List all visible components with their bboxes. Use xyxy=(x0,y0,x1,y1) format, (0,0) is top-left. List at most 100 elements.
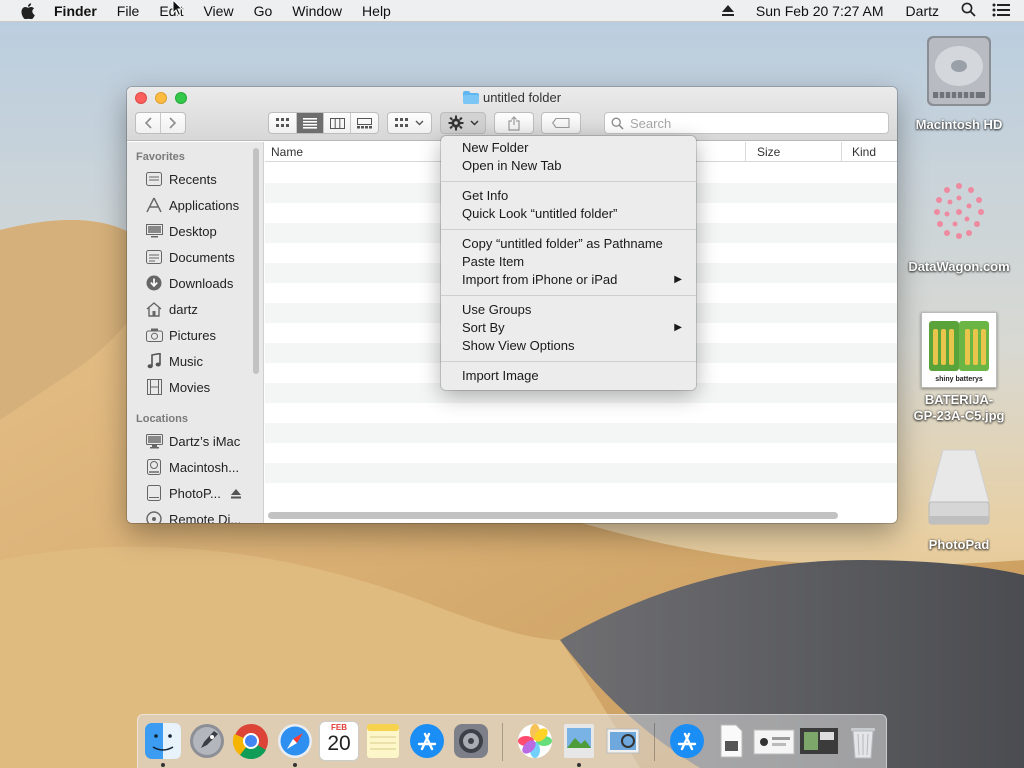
back-button[interactable] xyxy=(136,113,161,133)
eject-icon[interactable] xyxy=(721,3,734,19)
gallery-view-button[interactable] xyxy=(351,113,378,133)
menu-item-new-folder[interactable]: New Folder xyxy=(462,139,692,157)
menu-view[interactable]: View xyxy=(203,3,233,19)
column-divider xyxy=(841,142,842,162)
menu-item-sort-by[interactable]: Sort By ▶ xyxy=(462,319,692,337)
menu-item-import-image[interactable]: Import Image xyxy=(462,367,692,385)
sidebar-item-desktop[interactable]: Desktop xyxy=(144,220,259,242)
sidebar-item-movies[interactable]: Movies xyxy=(144,376,259,398)
chrome-app-icon[interactable] xyxy=(232,722,270,760)
external-drive-icon xyxy=(928,449,990,525)
horizontal-scrollbar[interactable] xyxy=(268,512,838,519)
column-view-button[interactable] xyxy=(324,113,351,133)
sidebar-item-macintosh-hd[interactable]: Macintosh... xyxy=(144,456,259,478)
columns-icon xyxy=(329,117,345,129)
navigation-buttons xyxy=(135,112,186,134)
column-kind-header[interactable]: Kind xyxy=(852,145,876,159)
menu-item-quick-look[interactable]: Quick Look “untitled folder” xyxy=(462,205,692,223)
sidebar-item-label: Recents xyxy=(169,171,217,187)
desktop-icon-photopad[interactable]: PhotoPad xyxy=(904,446,1014,553)
notes-app-icon[interactable] xyxy=(364,722,402,760)
action-button[interactable] xyxy=(440,112,486,134)
app-store-icon[interactable] xyxy=(668,722,706,760)
trash-icon[interactable] xyxy=(844,722,882,760)
system-preferences-icon[interactable] xyxy=(452,722,490,760)
menu-item-show-view-options[interactable]: Show View Options xyxy=(462,337,692,355)
sidebar-item-label: Macintosh... xyxy=(169,459,240,475)
share-button[interactable] xyxy=(494,112,534,134)
search-placeholder: Search xyxy=(630,115,672,131)
sidebar-item-imac[interactable]: Dartz’s iMac xyxy=(144,430,259,452)
menu-go[interactable]: Go xyxy=(254,3,273,19)
sidebar-item-music[interactable]: Music xyxy=(144,350,259,372)
sidebar-item-home[interactable]: dartz xyxy=(144,298,259,320)
menu-window[interactable]: Window xyxy=(292,3,342,19)
column-name-header[interactable]: Name xyxy=(271,145,303,159)
list-icon xyxy=(303,117,317,129)
desktop-icon-label: DataWagon.com xyxy=(908,259,1010,274)
menubar-user[interactable]: Dartz xyxy=(906,3,939,19)
finder-app-icon[interactable] xyxy=(144,722,182,760)
search-input[interactable]: Search xyxy=(604,112,889,134)
dock: FEB 20 xyxy=(137,714,887,768)
menu-item-copy-pathname[interactable]: Copy “untitled folder” as Pathname xyxy=(462,235,692,253)
menu-item-label: Import from iPhone or iPad xyxy=(462,272,618,287)
list-row xyxy=(265,443,897,463)
drive-icon xyxy=(144,484,164,502)
menu-item-use-groups[interactable]: Use Groups xyxy=(462,301,692,319)
running-indicator xyxy=(577,763,581,767)
sidebar-item-applications[interactable]: Applications xyxy=(144,194,259,216)
list-row xyxy=(265,463,897,483)
spotlight-search-icon[interactable] xyxy=(961,2,976,20)
forward-button[interactable] xyxy=(161,113,185,133)
list-row xyxy=(265,403,897,423)
desktop-icon-datawagon[interactable]: DataWagon.com xyxy=(904,172,1014,275)
preview-app-icon[interactable] xyxy=(560,722,598,760)
menubar-clock[interactable]: Sun Feb 20 7:27 AM xyxy=(756,3,884,19)
list-row xyxy=(265,423,897,443)
list-view-button[interactable] xyxy=(297,113,324,133)
document-file-icon[interactable] xyxy=(712,722,750,760)
sidebar-item-recents[interactable]: Recents xyxy=(144,168,259,190)
sidebar-item-remote-disc[interactable]: Remote Di... xyxy=(144,508,259,523)
view-mode-control xyxy=(268,112,379,134)
safari-app-icon[interactable] xyxy=(276,722,314,760)
menu-file[interactable]: File xyxy=(117,3,140,19)
calendar-app-icon[interactable]: FEB 20 xyxy=(320,722,358,760)
iphoto-app-icon[interactable] xyxy=(604,722,642,760)
chevron-down-icon xyxy=(415,120,424,126)
desktop-icon-macintosh-hd[interactable]: Macintosh HD xyxy=(904,30,1014,133)
menu-finder[interactable]: Finder xyxy=(54,3,97,19)
menu-item-paste-item[interactable]: Paste Item xyxy=(462,253,692,271)
apple-menu-icon[interactable] xyxy=(18,0,38,22)
launchpad-app-icon[interactable] xyxy=(188,722,226,760)
menu-separator xyxy=(441,229,696,230)
eject-icon[interactable] xyxy=(231,487,241,502)
photo-file-icon[interactable] xyxy=(752,722,796,760)
notification-center-icon[interactable] xyxy=(992,3,1010,20)
chevron-right-icon xyxy=(169,117,176,129)
sidebar-item-photopad[interactable]: PhotoP... xyxy=(144,482,259,504)
group-by-button[interactable] xyxy=(387,112,432,134)
photos-app-icon[interactable] xyxy=(516,722,554,760)
menu-item-import-from-iphone[interactable]: Import from iPhone or iPad ▶ xyxy=(462,271,692,289)
app-store-icon[interactable] xyxy=(408,722,446,760)
sidebar-item-label: Dartz’s iMac xyxy=(169,433,241,449)
column-size-header[interactable]: Size xyxy=(757,145,780,159)
edit-tags-button[interactable] xyxy=(541,112,581,134)
sidebar-item-pictures[interactable]: Pictures xyxy=(144,324,259,346)
document-icon xyxy=(144,248,164,266)
desktop-icon-baterija-jpg[interactable]: shiny batterys BATERIJA- GP-23A-C5.jpg xyxy=(904,312,1014,424)
menu-help[interactable]: Help xyxy=(362,3,391,19)
sidebar-scrollbar[interactable] xyxy=(253,148,259,374)
icon-view-button[interactable] xyxy=(269,113,297,133)
sidebar-item-documents[interactable]: Documents xyxy=(144,246,259,268)
sidebar-item-downloads[interactable]: Downloads xyxy=(144,272,259,294)
remote-disc-icon xyxy=(144,510,164,523)
submenu-arrow-icon: ▶ xyxy=(674,274,682,285)
menu-separator xyxy=(441,295,696,296)
menu-item-open-in-new-tab[interactable]: Open in New Tab xyxy=(462,157,692,175)
running-indicator xyxy=(161,763,165,767)
menu-item-get-info[interactable]: Get Info xyxy=(462,187,692,205)
screenshot-file-icon[interactable] xyxy=(798,722,840,760)
